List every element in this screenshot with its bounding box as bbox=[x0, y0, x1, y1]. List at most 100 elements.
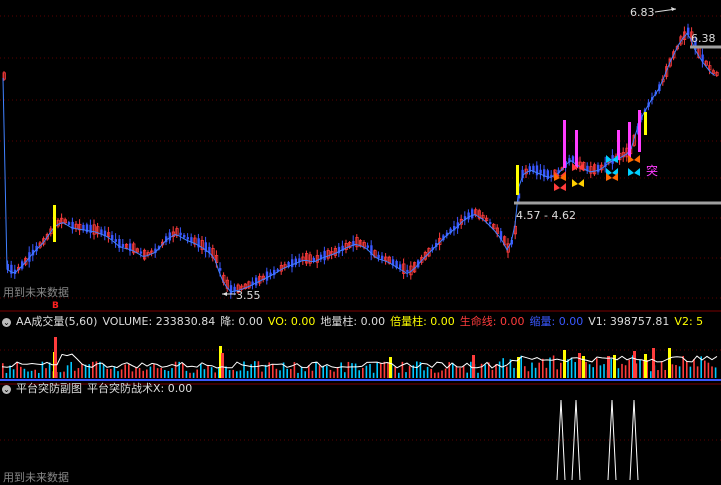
volume-bar bbox=[545, 367, 548, 378]
volume-bar bbox=[135, 366, 137, 378]
volume-bar bbox=[34, 369, 36, 378]
volume-bar bbox=[329, 369, 332, 378]
volume-bar bbox=[318, 365, 321, 378]
volume-bar bbox=[275, 368, 278, 378]
high-price-label: 6.83 bbox=[630, 6, 655, 19]
volume-bar bbox=[167, 370, 170, 378]
volume-bar bbox=[59, 372, 62, 378]
volume-peak-bar bbox=[607, 356, 610, 378]
volume-bar bbox=[239, 370, 242, 378]
volume-bar bbox=[405, 372, 407, 378]
panel-toggle-icon[interactable]: ⌄ bbox=[2, 384, 11, 394]
candle-body bbox=[323, 250, 326, 261]
volume-panel-title[interactable]: AA成交量(5,60) bbox=[16, 315, 97, 328]
candle-body bbox=[597, 164, 600, 173]
candle-body bbox=[183, 234, 186, 238]
volume-bar bbox=[470, 361, 472, 378]
volume-bar bbox=[423, 370, 425, 378]
volume-peak-bar bbox=[578, 353, 581, 378]
signal-bar bbox=[638, 110, 641, 152]
volume-bar bbox=[45, 368, 47, 378]
volume-bar bbox=[560, 362, 562, 378]
volume-bar bbox=[264, 364, 267, 378]
volume-bar bbox=[99, 361, 101, 378]
future-data-note: 用到未来数据 bbox=[3, 471, 69, 484]
volume-bar bbox=[228, 370, 231, 378]
volume-field: V1: 398757.81 bbox=[588, 315, 670, 328]
volume-field: 倍量柱: 0.00 bbox=[390, 315, 455, 328]
volume-bar bbox=[387, 362, 389, 378]
candle-body bbox=[100, 229, 103, 235]
volume-field: 降: 0.00 bbox=[220, 315, 263, 328]
volume-bar bbox=[689, 366, 692, 378]
volume-bar bbox=[74, 370, 76, 378]
pattern-text: 突 bbox=[646, 164, 659, 178]
volume-bar bbox=[711, 366, 713, 378]
volume-bar bbox=[77, 368, 80, 378]
volume-peak-bar bbox=[54, 337, 57, 378]
volume-bar bbox=[534, 367, 537, 378]
volume-bar bbox=[160, 367, 162, 378]
indicator-field: 平台突防战术X: 0.00 bbox=[87, 382, 193, 395]
candle-body bbox=[471, 209, 474, 219]
candle-body bbox=[366, 245, 369, 248]
volume-bar bbox=[538, 362, 540, 378]
volume-bar bbox=[48, 362, 51, 378]
volume-bar bbox=[660, 361, 663, 378]
volume-bar bbox=[599, 365, 602, 378]
volume-bar bbox=[495, 364, 497, 378]
chart-canvas[interactable] bbox=[0, 0, 721, 485]
volume-field: VO: 0.00 bbox=[267, 315, 316, 328]
volume-bar bbox=[527, 371, 530, 378]
indicator-panel-title[interactable]: 平台突防副图 bbox=[16, 382, 82, 395]
volume-bar bbox=[261, 371, 263, 378]
volume-bar bbox=[106, 368, 108, 378]
volume-bar bbox=[63, 371, 65, 378]
volume-bar bbox=[624, 365, 627, 378]
volume-bar bbox=[12, 369, 15, 378]
volume-bar bbox=[376, 362, 378, 378]
volume-bar bbox=[84, 364, 87, 378]
volume-bar bbox=[174, 361, 177, 378]
signal-bar bbox=[563, 120, 566, 168]
panel-toggle-icon[interactable]: ⌄ bbox=[2, 317, 11, 327]
volume-bar bbox=[498, 361, 501, 378]
volume-bar bbox=[16, 362, 18, 378]
candle-body bbox=[186, 237, 189, 240]
volume-bar bbox=[27, 371, 29, 378]
volume-bar bbox=[513, 367, 515, 378]
volume-bar bbox=[603, 364, 605, 378]
volume-bar bbox=[70, 361, 72, 378]
volume-bar bbox=[426, 366, 429, 378]
volume-bar bbox=[542, 358, 544, 378]
volume-bar bbox=[380, 363, 382, 378]
volume-bar bbox=[524, 366, 526, 378]
volume-bar bbox=[628, 359, 630, 378]
volume-bar bbox=[506, 366, 508, 378]
volume-bar bbox=[315, 361, 317, 378]
volume-bar bbox=[556, 369, 558, 378]
volume-bar bbox=[570, 357, 573, 378]
volume-bar bbox=[365, 365, 368, 378]
volume-bar bbox=[502, 358, 504, 378]
buy-signal-marker: B bbox=[52, 301, 59, 311]
volume-bar bbox=[491, 369, 494, 378]
volume-bar bbox=[124, 364, 126, 378]
candle-body bbox=[139, 251, 143, 254]
highlight-bar bbox=[644, 112, 647, 135]
volume-bar bbox=[304, 371, 306, 378]
volume-bar bbox=[686, 361, 688, 378]
volume-bar bbox=[311, 370, 314, 378]
volume-peak-bar bbox=[633, 351, 636, 378]
volume-highlight-bar bbox=[389, 357, 392, 378]
volume-bar bbox=[344, 372, 346, 378]
butterfly-icon bbox=[628, 168, 640, 176]
volume-bar bbox=[437, 372, 440, 378]
signal-bar bbox=[575, 130, 578, 168]
volume-bar bbox=[592, 367, 594, 378]
volume-bar bbox=[362, 367, 364, 378]
volume-bar bbox=[9, 365, 11, 378]
volume-bar bbox=[243, 361, 245, 378]
volume-bar bbox=[156, 368, 159, 378]
candle-body bbox=[255, 277, 258, 286]
